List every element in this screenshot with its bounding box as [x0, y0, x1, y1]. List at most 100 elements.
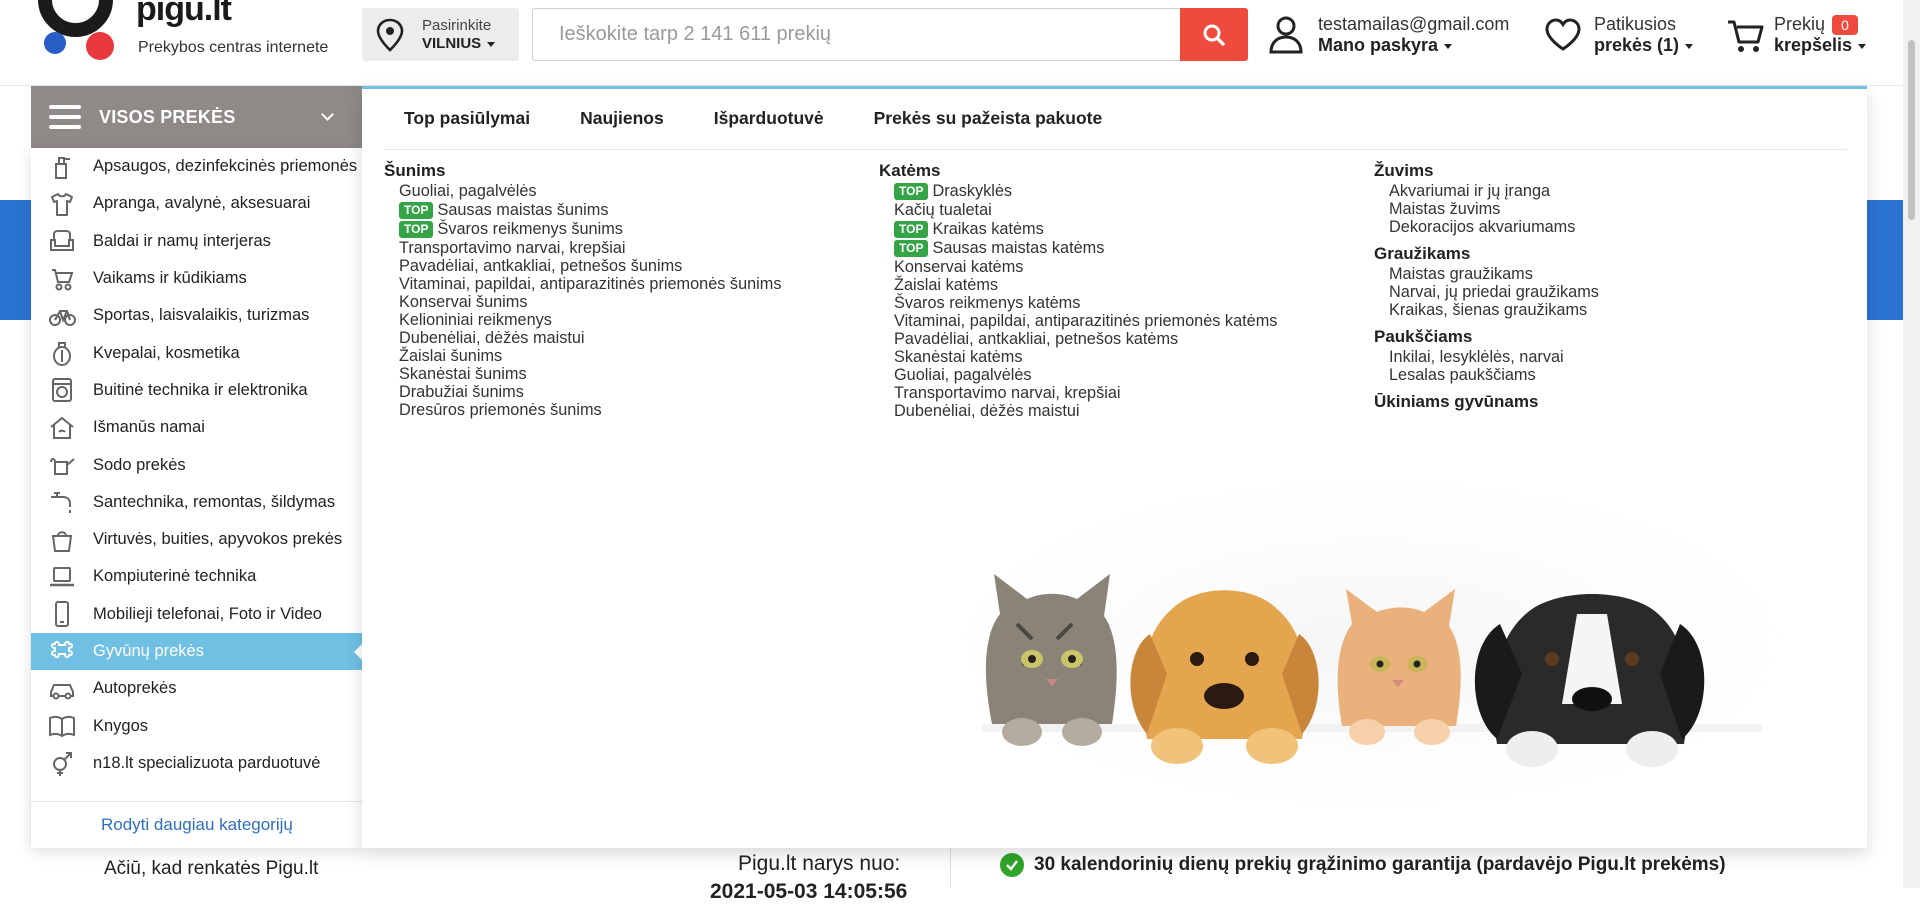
top-badge: TOP [894, 183, 929, 200]
subcategory-link[interactable]: Drabužiai šunims [399, 383, 782, 401]
subcategory-link[interactable]: Dubenėliai, dėžės maistui [894, 402, 1277, 420]
account-email: testamailas@gmail.com [1318, 14, 1510, 34]
subcategory-link[interactable]: Kraikas, šienas graužikams [1389, 301, 1599, 319]
sidebar-category-item[interactable]: Kvepalai, kosmetika [31, 334, 362, 371]
subcategory-link[interactable]: Akvariumai ir jų įranga [1389, 182, 1599, 200]
subcategory-link[interactable]: Narvai, jų priedai graužikams [1389, 283, 1599, 301]
user-icon [1269, 16, 1303, 54]
page-scrollbar[interactable] [1903, 0, 1920, 888]
subcategory-link-label: Guoliai, pagalvėlės [894, 366, 1032, 384]
all-products-toggle[interactable]: VISOS PREKĖS [31, 86, 362, 148]
tab-new-arrivals[interactable]: Naujienos [580, 108, 664, 129]
faucet-icon [45, 487, 79, 517]
subcategory-link[interactable]: TOP Sausas maistas katėms [894, 239, 1277, 257]
phone-icon [45, 599, 79, 629]
sidebar-category-item[interactable]: n18.lt specializuota parduotuvė [31, 745, 362, 782]
subcategory-link[interactable]: Transportavimo narvai, krepšiai [399, 239, 782, 257]
sidebar-category-item[interactable]: Sportas, laisvalaikis, turizmas [31, 297, 362, 334]
search-button[interactable] [1180, 8, 1248, 61]
subcategory-link-label: Lesalas paukščiams [1389, 366, 1536, 384]
subcategory-link-label: Drabužiai šunims [399, 383, 524, 401]
sidebar-category-item[interactable]: Vaikams ir kūdikiams [31, 260, 362, 297]
sidebar-category-item[interactable]: Apranga, avalynė, aksesuarai [31, 185, 362, 222]
subcategory-link-label: Pavadėliai, antkakliai, petnešos katėms [894, 330, 1179, 348]
subcategory-link[interactable]: Skanėstai šunims [399, 365, 782, 383]
subcategory-link[interactable]: Guoliai, pagalvėlės [399, 182, 782, 200]
subcategory-link[interactable]: Švaros reikmenys katėms [894, 294, 1277, 312]
sidebar-category-item[interactable]: Buitinė technika ir elektronika [31, 372, 362, 409]
subcategory-list: TOP Draskyklės Kačių tualetai TOP Kraikas ka… [879, 182, 1277, 420]
show-more-categories-link[interactable]: Rodyti daugiau kategorijų [31, 801, 362, 848]
sidebar-category-item[interactable]: Apsaugos, dezinfekcinės priemonės [31, 148, 362, 185]
city-label: Pasirinkite [422, 17, 492, 34]
subcategory-link[interactable]: Lesalas paukščiams [1389, 366, 1599, 384]
subcategory-link[interactable]: Žaislai katėms [894, 276, 1277, 294]
sidebar-category-item[interactable]: Kompiuterinė technika [31, 558, 362, 595]
subcategory-link[interactable]: Kačių tualetai [894, 201, 1277, 219]
tab-top-offers[interactable]: Top pasiūlymai [404, 108, 530, 129]
subcategory-link[interactable]: TOP Sausas maistas šunims [399, 201, 782, 219]
sidebar-category-item[interactable]: Virtuvės, buities, apyvokos prekės [31, 521, 362, 558]
subcategory-link-label: Inkilai, lesyklėlės, narvai [1389, 348, 1564, 366]
subcategory-link-label: Konservai katėms [894, 258, 1024, 276]
subcategory-link-label: Dresūros priemonės šunims [399, 401, 602, 419]
site-logo[interactable]: pigu.lt Prekybos centras internete [28, 0, 348, 62]
subcategory-link[interactable]: Vitaminai, papildai, antiparazitinės pri… [894, 312, 1277, 330]
subcategory-group-title[interactable]: Katėms [879, 161, 1277, 181]
ginger-cat-image [1337, 589, 1461, 745]
sidebar-category-label: n18.lt specializuota parduotuvė [93, 753, 321, 772]
subcategory-link-label: Žaislai katėms [894, 276, 999, 294]
subcategory-link[interactable]: Maistas graužikams [1389, 265, 1599, 283]
subcategory-link[interactable]: Dekoracijos akvariumams [1389, 218, 1599, 236]
sidebar-category-label: Sportas, laisvalaikis, turizmas [93, 306, 310, 325]
tab-damaged-packaging[interactable]: Prekės su pažeista pakuote [874, 108, 1103, 129]
sidebar-category-item[interactable]: Sodo prekės [31, 446, 362, 483]
tab-sale[interactable]: Išparduotuvė [714, 108, 824, 129]
subcategory-link[interactable]: Pavadėliai, antkakliai, petnešos katėms [894, 330, 1277, 348]
subcategory-link[interactable]: Žaislai šunims [399, 347, 782, 365]
sidebar-category-item[interactable]: Gyvūnų prekės [31, 632, 363, 671]
subcategory-link[interactable]: Maistas žuvims [1389, 200, 1599, 218]
subcategory-group-title[interactable]: Šunims [384, 161, 782, 181]
sidebar-category-label: Kompiuterinė technika [93, 567, 257, 586]
subcategory-link[interactable]: Konservai šunims [399, 293, 782, 311]
mega-menu-panel: Top pasiūlymai Naujienos Išparduotuvė Pr… [362, 86, 1867, 848]
subcategory-group: Katėms TOP Draskyklės Kačių tualetai TOP Krai… [879, 161, 1277, 420]
sidebar-category-item[interactable]: Išmanūs namai [31, 409, 362, 446]
sidebar-category-item[interactable]: Baldai ir namų interjeras [31, 223, 362, 260]
sidebar-category-item[interactable]: Santechnika, remontas, šildymas [31, 484, 362, 521]
subcategory-link-label: Kačių tualetai [894, 201, 992, 219]
subcategory-group-title[interactable]: Graužikams [1374, 244, 1599, 264]
subcategory-link[interactable]: Pavadėliai, antkakliai, petnešos šunims [399, 257, 782, 275]
subcategory-link[interactable]: Inkilai, lesyklėlės, narvai [1389, 348, 1599, 366]
sidebar-category-item[interactable]: Knygos [31, 707, 362, 744]
search-bar [532, 8, 1248, 61]
subcategory-group-title[interactable]: Paukščiams [1374, 327, 1599, 347]
city-selector[interactable]: Pasirinkite VILNIUS [362, 8, 519, 61]
subcategory-link[interactable]: Guoliai, pagalvėlės [894, 366, 1277, 384]
pets-illustration [922, 474, 1822, 824]
search-input[interactable] [533, 9, 1179, 60]
sidebar-category-item[interactable]: Mobilieji telefonai, Foto ir Video [31, 596, 362, 633]
subcategory-link[interactable]: Kelioniniai reikmenys [399, 311, 782, 329]
subcategory-link[interactable]: Vitaminai, papildai, antiparazitinės pri… [399, 275, 782, 293]
subcategory-link[interactable]: Dubenėliai, dėžės maistui [399, 329, 782, 347]
subcategory-link[interactable]: Skanėstai katėms [894, 348, 1277, 366]
subcategory-link[interactable]: TOP Kraikas katėms [894, 220, 1277, 238]
member-since-label: Pigu.lt narys nuo: [738, 852, 901, 875]
favorites-link[interactable]: Patikusios prekės (1) [1544, 10, 1694, 62]
subcategory-group-title[interactable]: Žuvims [1374, 161, 1599, 181]
subcategory-group: Žuvims Akvariumai ir jų įranga Maistas žuv… [1374, 161, 1599, 236]
sidebar-category-item[interactable]: Autoprekės [31, 670, 362, 707]
all-products-label: VISOS PREKĖS [99, 106, 236, 127]
cart-link[interactable]: Prekių 0 krepšelis [1726, 10, 1906, 62]
subcategory-link[interactable]: TOP Draskyklės [894, 182, 1277, 200]
subcategory-link-label: Konservai šunims [399, 293, 528, 311]
subcategory-link[interactable]: TOP Švaros reikmenys šunims [399, 220, 782, 238]
subcategory-link[interactable]: Konservai katėms [894, 258, 1277, 276]
subcategory-link[interactable]: Transportavimo narvai, krepšiai [894, 384, 1277, 402]
subcategory-group-title[interactable]: Ūkiniams gyvūnams [1374, 392, 1599, 412]
scrollbar-thumb[interactable] [1908, 40, 1915, 220]
subcategory-link[interactable]: Dresūros priemonės šunims [399, 401, 782, 419]
account-menu[interactable]: testamailas@gmail.com Mano paskyra [1268, 10, 1518, 62]
